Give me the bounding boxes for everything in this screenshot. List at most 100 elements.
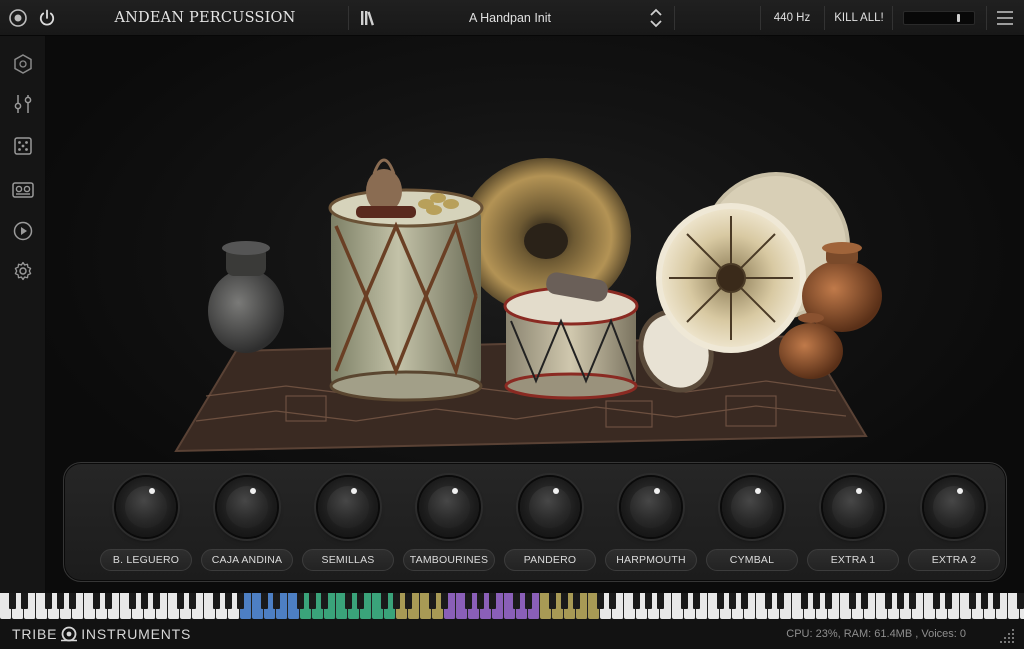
- piano-black-key[interactable]: [860, 593, 868, 609]
- semillas-knob[interactable]: [318, 477, 378, 537]
- power-icon: [39, 9, 55, 26]
- resize-grip-icon[interactable]: [998, 627, 1016, 645]
- piano-black-key[interactable]: [128, 593, 136, 609]
- piano-black-key[interactable]: [560, 593, 568, 609]
- piano-black-key[interactable]: [344, 593, 352, 609]
- piano-black-key[interactable]: [92, 593, 100, 609]
- piano-black-key[interactable]: [476, 593, 484, 609]
- knob-unit-harpmouth: HARPMOUTH: [605, 477, 697, 577]
- divider: [892, 6, 893, 30]
- piano-black-key[interactable]: [152, 593, 160, 609]
- piano-black-key[interactable]: [740, 593, 748, 609]
- piano-black-key[interactable]: [908, 593, 916, 609]
- sidebar-item-settings[interactable]: [11, 259, 35, 283]
- piano-black-key[interactable]: [308, 593, 316, 609]
- piano-black-key[interactable]: [188, 593, 196, 609]
- piano-black-key[interactable]: [896, 593, 904, 609]
- piano-black-key[interactable]: [884, 593, 892, 609]
- piano-black-key[interactable]: [812, 593, 820, 609]
- harpmouth-knob[interactable]: [621, 477, 681, 537]
- piano-black-key[interactable]: [548, 593, 556, 609]
- piano-black-key[interactable]: [140, 593, 148, 609]
- piano-black-key[interactable]: [380, 593, 388, 609]
- cymbal-knob[interactable]: [722, 477, 782, 537]
- piano-black-key[interactable]: [776, 593, 784, 609]
- piano-black-key[interactable]: [212, 593, 220, 609]
- extra-2-knob[interactable]: [924, 477, 984, 537]
- piano-black-key[interactable]: [728, 593, 736, 609]
- piano-black-key[interactable]: [404, 593, 412, 609]
- piano-black-key[interactable]: [968, 593, 976, 609]
- piano-black-key[interactable]: [800, 593, 808, 609]
- tambourines-knob[interactable]: [419, 477, 479, 537]
- main-menu-button[interactable]: [994, 7, 1016, 29]
- piano-black-key[interactable]: [824, 593, 832, 609]
- piano-black-key[interactable]: [656, 593, 664, 609]
- instrument-volume-panel: B. LEGUERO CAJA ANDINA SEMILLAS TAMBOURI…: [63, 462, 1007, 582]
- piano-black-key[interactable]: [488, 593, 496, 609]
- piano-black-key[interactable]: [692, 593, 700, 609]
- extra-1-knob[interactable]: [823, 477, 883, 537]
- piano-black-key[interactable]: [296, 593, 304, 609]
- b-leguero-knob[interactable]: [116, 477, 176, 537]
- piano-black-key[interactable]: [980, 593, 988, 609]
- piano-black-key[interactable]: [596, 593, 604, 609]
- extra-1-label: EXTRA 1: [807, 549, 899, 571]
- piano-black-key[interactable]: [8, 593, 16, 609]
- piano-black-key[interactable]: [236, 593, 244, 609]
- piano-black-key[interactable]: [392, 593, 400, 609]
- knob-unit-extra-2: EXTRA 2: [908, 477, 1000, 577]
- knob-indicator: [553, 488, 559, 494]
- power-button[interactable]: [36, 7, 58, 29]
- piano-black-key[interactable]: [764, 593, 772, 609]
- piano-black-key[interactable]: [848, 593, 856, 609]
- piano-black-key[interactable]: [272, 593, 280, 609]
- piano-black-key[interactable]: [428, 593, 436, 609]
- piano-black-key[interactable]: [260, 593, 268, 609]
- caja-andina-knob[interactable]: [217, 477, 277, 537]
- piano-black-key[interactable]: [524, 593, 532, 609]
- piano-black-key[interactable]: [320, 593, 328, 609]
- piano-black-key[interactable]: [716, 593, 724, 609]
- knob-indicator: [654, 488, 660, 494]
- piano-black-key[interactable]: [944, 593, 952, 609]
- piano-black-key[interactable]: [68, 593, 76, 609]
- piano-black-key[interactable]: [464, 593, 472, 609]
- kill-all-button[interactable]: KILL ALL!: [828, 0, 890, 36]
- piano-black-key[interactable]: [224, 593, 232, 609]
- piano-black-key[interactable]: [644, 593, 652, 609]
- sidebar-item-reset[interactable]: [11, 52, 35, 76]
- logo-menu-button[interactable]: [7, 7, 29, 29]
- percussion-instruments-illustration: [174, 158, 882, 453]
- piano-black-key[interactable]: [992, 593, 1000, 609]
- piano-black-key[interactable]: [1016, 593, 1024, 609]
- piano-black-key[interactable]: [440, 593, 448, 609]
- preset-stepper[interactable]: [645, 7, 667, 29]
- sidebar-item-randomize[interactable]: [11, 134, 35, 158]
- piano-keyboard[interactable]: [0, 593, 1024, 619]
- tuning-button[interactable]: 440 Hz: [764, 0, 820, 36]
- piano-black-key[interactable]: [932, 593, 940, 609]
- volume-handle[interactable]: [957, 14, 961, 22]
- piano-black-key[interactable]: [572, 593, 580, 609]
- preset-name[interactable]: A Handpan Init: [380, 0, 640, 36]
- piano-black-key[interactable]: [512, 593, 520, 609]
- piano-black-key[interactable]: [176, 593, 184, 609]
- piano-black-key[interactable]: [56, 593, 64, 609]
- piano-black-key[interactable]: [632, 593, 640, 609]
- piano-black-key[interactable]: [680, 593, 688, 609]
- piano-black-key[interactable]: [44, 593, 52, 609]
- master-volume-slider[interactable]: [903, 11, 975, 25]
- semillas-label: SEMILLAS: [302, 549, 394, 571]
- piano-black-key[interactable]: [356, 593, 364, 609]
- library-button[interactable]: [358, 7, 380, 29]
- sidebar-item-play[interactable]: [11, 219, 35, 243]
- chevron-up-down-icon: [650, 8, 662, 28]
- piano-black-key[interactable]: [104, 593, 112, 609]
- sidebar-item-mixer[interactable]: [11, 92, 35, 116]
- play-icon: [13, 221, 33, 241]
- piano-black-key[interactable]: [20, 593, 28, 609]
- sidebar-item-sequencer[interactable]: [11, 178, 35, 202]
- piano-black-key[interactable]: [608, 593, 616, 609]
- pandero-knob[interactable]: [520, 477, 580, 537]
